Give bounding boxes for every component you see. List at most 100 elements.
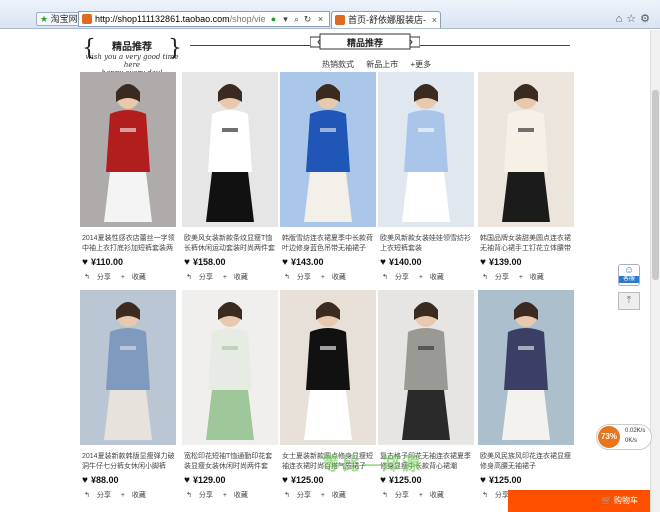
price-value: ¥139.00: [488, 257, 522, 267]
favorites-star-icon[interactable]: ☆: [626, 13, 640, 25]
scrollbar-thumb[interactable]: [652, 90, 659, 280]
product-image[interactable]: [280, 72, 376, 227]
share-icon: ↰: [382, 274, 388, 281]
address-bar[interactable]: http://shop111132861.taobao.com/shop/vie…: [78, 11, 330, 27]
product-card[interactable]: 2014夏装性感衣店蕾丝一字领中袖上衣打底衫加短裤套装两件套 ♥¥110.00 ↰ …: [80, 72, 176, 282]
tab-close-icon[interactable]: ×: [432, 14, 437, 26]
product-price: ♥ ¥143.00: [282, 257, 323, 268]
product-card[interactable]: 欧美风新款女装娃娃领雪纺衫上衣短裤套装 ♥ ¥140.00 ↰ 分享 + 收藏: [378, 72, 474, 282]
price-value: ¥158.00: [192, 257, 226, 267]
url-text[interactable]: http://shop111132861.taobao.com/shop/vie…: [95, 13, 265, 25]
share-icon: ↰: [382, 492, 388, 499]
download-speed: 0K/s: [625, 438, 638, 444]
product-image[interactable]: [478, 72, 574, 227]
favorite-button[interactable]: + 收藏: [121, 274, 151, 281]
favorite-button[interactable]: + 收藏: [121, 492, 151, 499]
favorites-button[interactable]: ★ 淘宝网: [36, 12, 82, 26]
cart-icon: 🛒: [601, 496, 612, 505]
share-button[interactable]: ↰ 分享: [284, 274, 316, 281]
plus-icon: +: [320, 492, 325, 499]
product-description[interactable]: 欧美风民族风印花连衣裙显瘦修身高腰无袖裙子: [480, 452, 574, 472]
sort-link-more[interactable]: +更多: [410, 60, 431, 69]
heart-icon: ♥: [380, 257, 386, 268]
favorite-button[interactable]: + 收藏: [223, 274, 253, 281]
favorite-button[interactable]: + 收藏: [321, 492, 351, 499]
plus-icon: +: [120, 274, 125, 281]
share-icon: ↰: [284, 492, 290, 499]
star-icon: ★: [40, 14, 49, 24]
price-value: ¥88.00: [90, 475, 119, 485]
product-card[interactable]: 宽松印花短袖T恤通勤印花套装显瘦女装休闲时尚两件套 ♥ ¥129.00 ↰ 分享 + 收…: [182, 290, 278, 500]
price-value: ¥125.00: [290, 475, 324, 485]
product-description[interactable]: 韩版雪纺连衣裙夏季中长款荷叶边修身蓝色吊带无袖裙子: [282, 234, 376, 254]
compat-icon[interactable]: ●: [268, 13, 279, 25]
product-card[interactable]: 2014夏装新款韩版显瘦弹力破洞牛仔七分裤女休闲小脚裤 ♥ ¥88.00 ↰ 分享 + …: [80, 290, 176, 500]
product-description[interactable]: 宽松印花短袖T恤通勤印花套装显瘦女装休闲时尚两件套: [184, 452, 278, 472]
product-description[interactable]: 2014夏装性感衣店蕾丝一字领中袖上衣打底衫加短裤套装两件套: [82, 234, 176, 254]
product-image[interactable]: [378, 72, 474, 227]
plus-icon: +: [120, 492, 125, 499]
brand-slogan-1: wish you a very good time here: [85, 53, 179, 69]
sort-link-hot[interactable]: 热销款式: [322, 60, 354, 69]
share-button[interactable]: ↰ 分享: [84, 492, 116, 499]
back-to-top-button[interactable]: ⤒: [618, 292, 640, 310]
product-actions: ↰ 分享 + 收藏: [382, 272, 454, 282]
product-card[interactable]: 韩国品牌女装甜美圆点连衣裙无袖背心裙手工钉花立体腰带 ♥ ¥139.00 ↰ 分享 + …: [478, 72, 574, 282]
refresh-icon[interactable]: ↻: [302, 13, 313, 25]
product-image[interactable]: [80, 290, 176, 445]
stop-icon[interactable]: ×: [315, 13, 326, 25]
product-description[interactable]: 欧美风新款女装娃娃领雪纺衫上衣短裤套装: [380, 234, 474, 254]
heart-icon: ♥: [282, 475, 288, 486]
price-value: ¥143.00: [290, 257, 324, 267]
product-card[interactable]: 欧美风民族风印花连衣裙显瘦修身高腰无袖裙子♥¥125.00↰ 分享+ 收藏: [478, 290, 574, 500]
product-image[interactable]: [182, 72, 278, 227]
home-icon[interactable]: ⌂: [616, 13, 627, 25]
sort-links: 热销款式 新品上市 +更多: [322, 59, 441, 70]
product-card[interactable]: 欧美风女装新款条纹显瘦T恤长裤休闲运动套装时尚两件套潮 ♥¥158.00 ↰ 分享 +…: [182, 72, 278, 282]
share-button[interactable]: ↰ 分享: [186, 492, 218, 499]
share-button[interactable]: ↰ 分享: [284, 492, 316, 499]
price-value: ¥110.00: [90, 257, 123, 267]
section-ribbon: 精品推荐: [310, 33, 420, 51]
share-button[interactable]: ↰ 分享: [382, 492, 414, 499]
product-description[interactable]: 2014夏装新款韩版显瘦弹力破洞牛仔七分裤女休闲小脚裤: [82, 452, 176, 472]
settings-gear-icon[interactable]: ⚙: [640, 13, 654, 25]
share-button[interactable]: ↰ 分享: [482, 274, 514, 281]
cart-bar[interactable]: 🛒 购物车: [508, 490, 650, 512]
product-card[interactable]: 韩版雪纺连衣裙夏季中长款荷叶边修身蓝色吊带无袖裙子 ♥ ¥143.00 ↰ 分享 + 收…: [280, 72, 376, 282]
video-watermark: 等比—郑源: [322, 454, 422, 474]
favorite-button[interactable]: + 收藏: [419, 274, 449, 281]
side-widget: ☺ 客服 ⤒: [618, 264, 640, 320]
product-description[interactable]: 欧美风女装新款条纹显瘦T恤长裤休闲运动套装时尚两件套潮: [184, 234, 278, 254]
product-price: ♥ ¥125.00: [480, 475, 521, 486]
product-image[interactable]: [378, 290, 474, 445]
share-button[interactable]: ↰ 分享: [84, 274, 116, 281]
product-actions: ↰ 分享 + 收藏: [186, 272, 258, 282]
share-button[interactable]: ↰ 分享: [186, 274, 218, 281]
shop-page: { 精品推荐 wish you a very good time here ha…: [0, 30, 650, 512]
favorite-button[interactable]: + 收藏: [519, 274, 549, 281]
favorite-button[interactable]: + 收藏: [223, 492, 253, 499]
favorite-button[interactable]: + 收藏: [419, 492, 449, 499]
product-image[interactable]: [182, 290, 278, 445]
product-description[interactable]: 韩国品牌女装甜美圆点连衣裙无袖背心裙手工钉花立体腰带: [480, 234, 574, 254]
product-price: ♥ ¥125.00: [380, 475, 421, 486]
sort-link-new[interactable]: 新品上市: [366, 60, 398, 69]
product-image[interactable]: [280, 290, 376, 445]
share-button[interactable]: ↰ 分享: [382, 274, 414, 281]
upload-speed: 0.02K/s: [625, 428, 646, 434]
customer-service-button[interactable]: ☺ 客服: [618, 264, 640, 286]
site-favicon-icon: [82, 14, 92, 24]
product-image[interactable]: [478, 290, 574, 445]
browser-tab[interactable]: 首页-舒依娜服装店-淘宝网 ×: [331, 11, 441, 28]
plus-icon: +: [418, 492, 423, 499]
chat-icon: ☺: [623, 265, 635, 276]
product-image[interactable]: [80, 72, 176, 227]
favorite-button[interactable]: + 收藏: [321, 274, 351, 281]
dropdown-icon[interactable]: ▾: [280, 13, 291, 25]
network-speed-widget[interactable]: 73% 0.02K/s 0K/s: [596, 424, 652, 450]
product-price: ♥ ¥139.00: [480, 257, 521, 268]
product-price: ♥ ¥88.00: [82, 475, 118, 486]
share-icon: ↰: [186, 492, 192, 499]
search-icon[interactable]: ⌕: [291, 13, 302, 25]
